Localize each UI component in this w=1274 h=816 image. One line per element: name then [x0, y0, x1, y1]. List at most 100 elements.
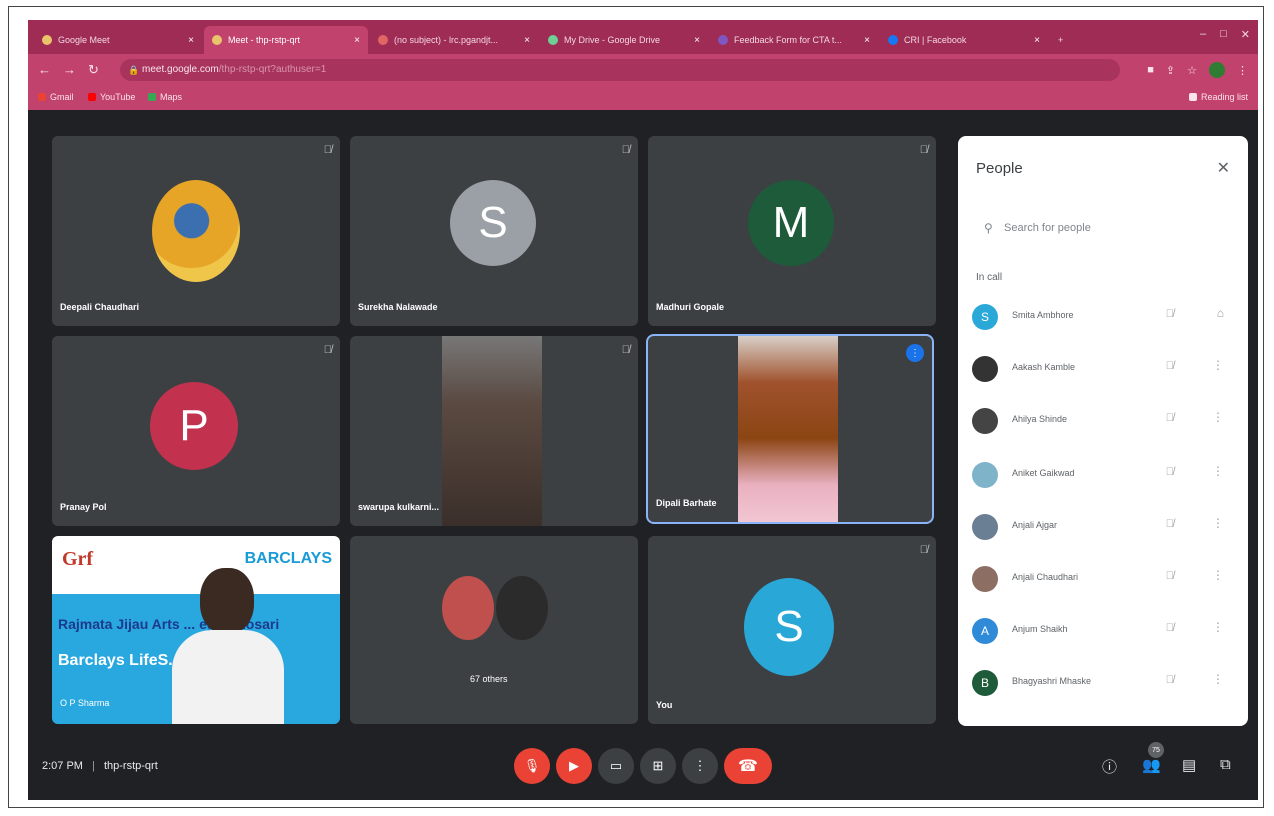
tab-meet-active[interactable]: Meet - thp-rstp-qrt × [204, 26, 368, 54]
more-options-icon[interactable]: ⋮ [1212, 516, 1224, 530]
self-tile[interactable]: S 🎙̸ You [648, 536, 936, 724]
close-window-icon[interactable]: ✕ [1241, 28, 1250, 41]
avatar [972, 462, 998, 488]
participant-tile[interactable]: 🎙̸ Deepali Chaudhari [52, 136, 340, 326]
close-icon[interactable]: ✕ [1217, 158, 1230, 178]
participant-list-item[interactable]: Anjali Ajgar 🎙̸ ⋮ [972, 510, 1234, 544]
more-options-icon[interactable]: ⋮ [1212, 672, 1224, 686]
others-tile[interactable]: 67 others [350, 536, 638, 724]
tab-gmail[interactable]: (no subject) - lrc.pgandjt... × [370, 26, 538, 54]
tab-feedback-form[interactable]: Feedback Form for CTA t... × [710, 26, 878, 54]
browser-tab-bar: Google Meet × Meet - thp-rstp-qrt × (no su… [28, 20, 1258, 54]
participant-video-feed [442, 336, 542, 526]
url-field[interactable]: 🔒 meet.google.com/thp-rstp-qrt?authuser=… [120, 59, 1120, 81]
people-icon[interactable]: 👥 [1142, 756, 1161, 774]
mic-off-icon: 🎙̸ [919, 144, 928, 156]
share-icon[interactable]: ⇪ [1166, 64, 1175, 77]
meet-window: Google Meet × Meet - thp-rstp-qrt × (no su… [28, 20, 1258, 800]
participant-list-item[interactable]: A Anjum Shaikh 🎙̸ ⋮ [972, 614, 1234, 648]
hang-up-icon: ☎ [738, 758, 758, 775]
participant-list-item[interactable]: S Smita Ambhore 🎙̸ ⌂ [972, 300, 1234, 334]
close-tab-icon[interactable]: × [524, 35, 530, 46]
captions-icon: ▭ [609, 758, 623, 773]
meet-favicon-icon [212, 35, 222, 45]
search-icon: ⚲ [984, 221, 993, 235]
more-options-icon[interactable]: ⋮ [1212, 464, 1224, 478]
reload-icon[interactable]: ↻ [88, 62, 99, 78]
minimize-icon[interactable]: – [1200, 28, 1206, 41]
maximize-icon[interactable]: □ [1220, 28, 1227, 41]
tab-drive[interactable]: My Drive - Google Drive × [540, 26, 708, 54]
gmail-icon [38, 93, 46, 101]
others-avatar [496, 576, 548, 640]
participant-photo-avatar [152, 180, 240, 282]
presentation-tile[interactable]: Grf BARCLAYS Rajmata Jijau Arts ... ege … [52, 536, 340, 724]
meeting-controls-bar: 2:07 PM | thp-rstp-qrt 🎙 ▶ ▭ ⊞ ⋮ ☎ ⓘ 👥 7… [28, 736, 1258, 800]
close-tab-icon[interactable]: × [694, 35, 700, 46]
avatar [972, 514, 998, 540]
participant-list-item[interactable]: Ahilya Shinde 🎙̸ ⋮ [972, 404, 1234, 438]
back-icon[interactable]: ← [38, 62, 51, 78]
reading-list-button[interactable]: Reading list [1188, 92, 1248, 102]
bookmark-star-icon[interactable]: ☆ [1187, 64, 1197, 77]
participant-list-item[interactable]: Aakash Kamble 🎙̸ ⋮ [972, 352, 1234, 386]
bookmarks-bar: Gmail YouTube Maps Reading list [28, 86, 1258, 110]
tab-google-meet[interactable]: Google Meet × [34, 26, 202, 54]
forward-icon[interactable]: → [63, 62, 76, 78]
bookmark-youtube[interactable]: YouTube [88, 92, 135, 102]
participant-list-item[interactable]: B Bhagyashri Mhaske 🎙̸ ⋮ [972, 666, 1234, 700]
captions-button[interactable]: ▭ [598, 748, 634, 784]
participant-tile[interactable]: 🎙̸ swarupa kulkarni... [350, 336, 638, 526]
more-options-icon[interactable]: ⋮ [1212, 410, 1224, 424]
avatar: S [744, 578, 834, 676]
mic-off-icon: 🎙̸ [323, 344, 332, 356]
present-button[interactable]: ⊞ [640, 748, 676, 784]
mic-toggle-button[interactable]: 🎙 [514, 748, 550, 784]
meeting-details-icon[interactable]: ⓘ [1102, 756, 1117, 777]
mic-off-icon: 🎙̸ [323, 144, 332, 156]
participant-list-item[interactable]: Aniket Gaikwad 🎙̸ ⋮ [972, 458, 1234, 492]
search-people-input[interactable]: ⚲ Search for people [974, 208, 1232, 248]
address-bar-row: ← → ↻ 🔒 meet.google.com/thp-rstp-qrt?aut… [28, 54, 1258, 86]
avatar [972, 566, 998, 592]
meeting-info: 2:07 PM | thp-rstp-qrt [42, 760, 158, 772]
chat-icon[interactable]: ▤ [1182, 756, 1196, 774]
avatar [972, 408, 998, 434]
present-screen-icon: ⊞ [652, 758, 664, 773]
camera-toggle-button[interactable]: ▶ [556, 748, 592, 784]
bookmark-gmail[interactable]: Gmail [38, 92, 74, 102]
profile-avatar[interactable] [1209, 62, 1225, 78]
participant-tile[interactable]: M 🎙̸ Madhuri Gopale [648, 136, 936, 326]
participant-tile[interactable]: P 🎙̸ Pranay Pol [52, 336, 340, 526]
leave-call-button[interactable]: ☎ [724, 748, 772, 784]
close-tab-icon[interactable]: × [188, 35, 194, 46]
close-tab-icon[interactable]: × [1034, 35, 1040, 46]
nav-buttons: ← → ↻ [38, 62, 99, 78]
close-tab-icon[interactable]: × [354, 35, 360, 46]
mic-off-icon: 🎙̸ [1165, 308, 1174, 320]
mic-off-icon: 🎙̸ [919, 544, 928, 556]
more-options-button[interactable]: ⋮ [682, 748, 718, 784]
participant-list-item[interactable]: Anjali Chaudhari 🎙̸ ⋮ [972, 562, 1234, 596]
avatar: S [972, 304, 998, 330]
drive-favicon-icon [548, 35, 558, 45]
more-options-icon[interactable]: ⋮ [1212, 358, 1224, 372]
activities-icon[interactable]: ⧉ [1220, 756, 1231, 773]
participant-tile-speaking[interactable]: ⋮ Dipali Barhate [646, 334, 934, 524]
meeting-code: thp-rstp-qrt [103, 760, 158, 772]
mic-off-icon: 🎙̸ [1165, 622, 1174, 634]
mic-off-icon: 🎙̸ [1165, 412, 1174, 424]
mic-off-icon: 🎙̸ [1165, 466, 1174, 478]
camera-icon[interactable]: ■ [1147, 64, 1154, 76]
bookmark-maps[interactable]: Maps [148, 92, 182, 102]
mic-off-icon: 🎙 [523, 758, 541, 773]
new-tab-button[interactable]: + [1050, 26, 1080, 54]
close-tab-icon[interactable]: × [864, 35, 870, 46]
more-options-icon[interactable]: ⌂ [1217, 306, 1224, 320]
more-options-icon[interactable]: ⋮ [1212, 568, 1224, 582]
participant-tile[interactable]: S 🎙̸ Surekha Nalawade [350, 136, 638, 326]
tab-facebook[interactable]: CRI | Facebook × [880, 26, 1048, 54]
menu-kebab-icon[interactable]: ⋮ [1237, 64, 1248, 77]
meet-favicon-icon [42, 35, 52, 45]
more-options-icon[interactable]: ⋮ [1212, 620, 1224, 634]
